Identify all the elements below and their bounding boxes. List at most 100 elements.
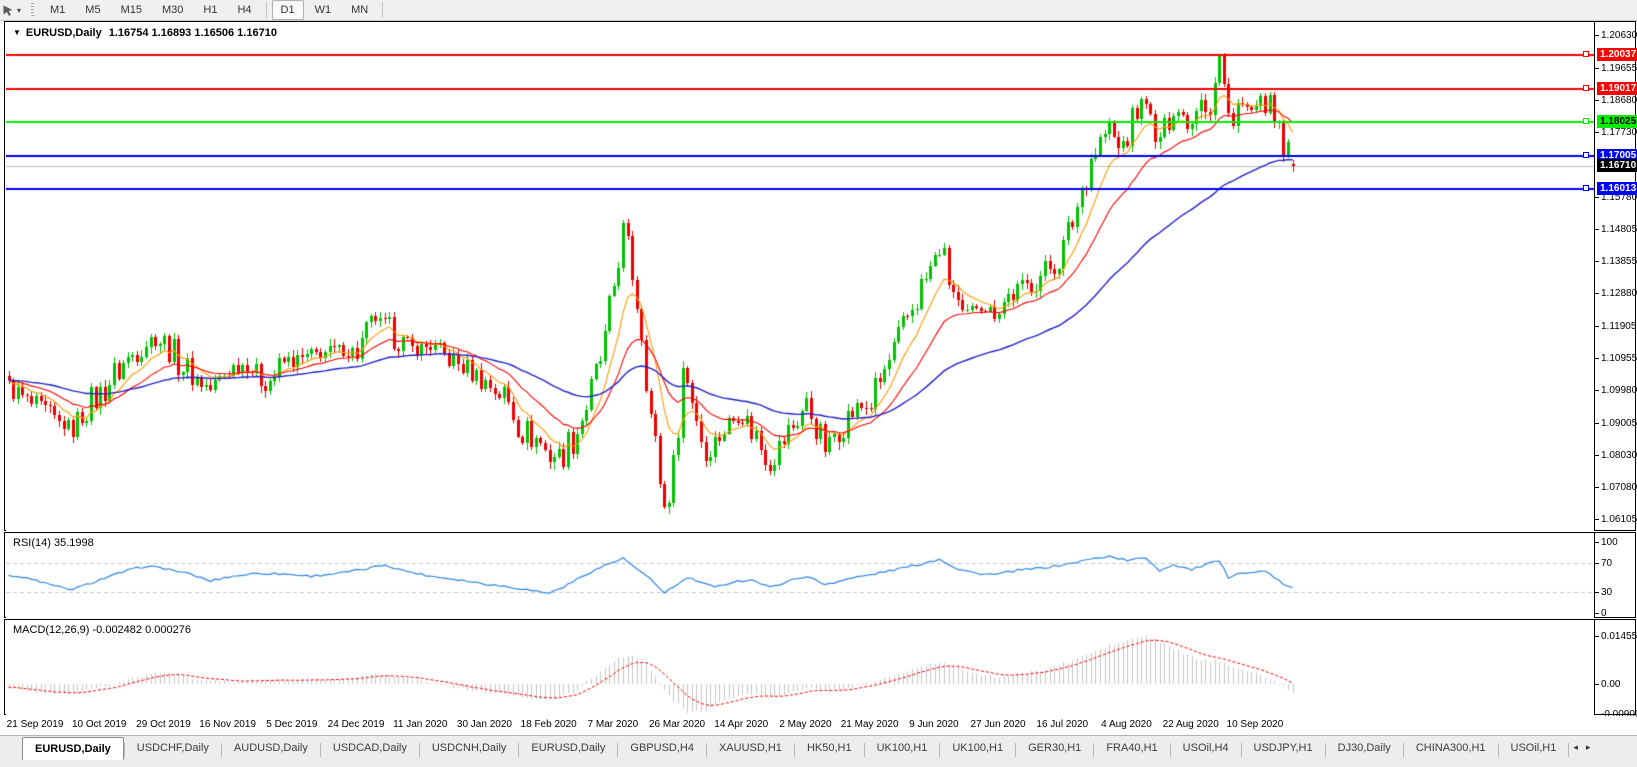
price-axis-label: 1.08030 — [1601, 450, 1637, 461]
chart-tab-china300-h1[interactable]: CHINA300,H1 — [1404, 738, 1498, 759]
timeframe-button-m15[interactable]: M15 — [112, 0, 151, 20]
price-axis-label: 1.18680 — [1601, 95, 1637, 106]
chart-ohlc-values: 1.16754 1.16893 1.16506 1.16710 — [108, 27, 277, 39]
macd-label: MACD(12,26,9) -0.002482 0.000276 — [13, 624, 191, 636]
price-axis-label: 1.20630 — [1601, 30, 1637, 41]
price-axis-label: 1.12880 — [1601, 288, 1637, 300]
price-axis-label: 1.07080 — [1601, 481, 1637, 493]
chart-tab-gbpusd-h4[interactable]: GBPUSD,H4 — [618, 738, 706, 759]
chart-tab-usoil-h4[interactable]: USOil,H4 — [1171, 738, 1241, 759]
hline-price-badge: 1.16013 — [1597, 181, 1637, 195]
price-axis-tick-mark — [1595, 229, 1599, 231]
tab-scroll-right-button[interactable]: ▸ — [1582, 736, 1595, 753]
macd-canvas[interactable] — [6, 621, 1594, 715]
chart-tab-usdcad-daily[interactable]: USDCAD,Daily — [321, 738, 419, 759]
chart-symbol-label: EURUSD,Daily — [25, 27, 102, 39]
timeframe-button-group: M1 M5 M15 M30 H1 H4 D1 W1 MN — [40, 0, 387, 20]
chart-tab-hk50-h1[interactable]: HK50,H1 — [795, 738, 864, 759]
hline-handle[interactable] — [1583, 50, 1589, 57]
chart-tab-ger30-h1[interactable]: GER30,H1 — [1016, 738, 1093, 759]
toolbar-separator — [265, 2, 267, 18]
timeframe-toolbar: ▾ M1 M5 M15 M30 H1 H4 D1 W1 MN — [0, 0, 1637, 21]
rsi-axis-separator — [1594, 533, 1595, 617]
macd-indicator-panel: MACD(12,26,9) -0.002482 0.000276 0.01455… — [4, 619, 1637, 720]
price-axis-label: 1.06105 — [1601, 514, 1637, 526]
toolbar-grip-handle[interactable] — [31, 3, 35, 17]
chart-tab-eurusd-daily[interactable]: EURUSD,Daily — [22, 737, 124, 760]
hline-handle[interactable] — [1583, 84, 1589, 91]
price-axis-label: 1.13855 — [1601, 255, 1637, 267]
chart-tab-eurusd-daily[interactable]: EURUSD,Daily — [519, 738, 617, 759]
rsi-axis-tick-mark — [1595, 613, 1599, 614]
price-axis-tick-mark — [1595, 486, 1599, 488]
hline-handle[interactable] — [1583, 117, 1589, 124]
rsi-axis-label: 70 — [1601, 558, 1613, 570]
toolbar-separator — [382, 2, 384, 18]
cursor-tool-icon — [3, 5, 13, 16]
chart-tab-uk100-h1[interactable]: UK100,H1 — [865, 738, 940, 759]
cursor-tool-button[interactable]: ▾ — [0, 0, 25, 20]
timeframe-button-d1[interactable]: D1 — [271, 0, 304, 20]
collapse-triangle-icon[interactable]: ▼ — [13, 28, 21, 37]
chart-tab-fra40-h1[interactable]: FRA40,H1 — [1094, 738, 1169, 759]
chart-tab-usdchf-daily[interactable]: USDCHF,Daily — [125, 738, 221, 759]
date-axis-label: 10 Sep 2020 — [1226, 719, 1284, 730]
rsi-indicator-panel: RSI(14) 35.1998 100 70 30 0 — [4, 532, 1636, 619]
macd-axis-tick-mark — [1595, 635, 1599, 637]
price-axis-tick-mark — [1595, 390, 1599, 391]
price-axis-tick-mark — [1595, 260, 1599, 262]
chart-tab-dj30-daily[interactable]: DJ30,Daily — [1326, 738, 1403, 759]
macd-values: -0.002482 0.000276 — [92, 624, 191, 636]
rsi-axis-label: 100 — [1601, 537, 1618, 548]
price-axis-tick-mark — [1595, 422, 1599, 424]
current-price-badge: 1.16710 — [1597, 158, 1637, 172]
timeframe-button-mn[interactable]: MN — [342, 0, 377, 20]
chart-tab-usdcnh-daily[interactable]: USDCNH,Daily — [420, 738, 519, 759]
hline-price-badge: 1.19017 — [1597, 81, 1637, 95]
price-axis-tick-mark — [1595, 196, 1599, 198]
rsi-axis-tick-mark — [1595, 542, 1599, 543]
dropdown-caret-icon[interactable]: ▾ — [17, 6, 21, 15]
chart-title: ▼ EURUSD,Daily 1.16754 1.16893 1.16506 1.1… — [13, 27, 277, 39]
chart-tab-bar: EURUSD,Daily USDCHF,Daily AUDUSD,Daily USDC… — [0, 735, 1637, 767]
hline-handle[interactable] — [1583, 184, 1589, 191]
price-axis-separator — [1594, 22, 1595, 530]
tab-scroll-left-button[interactable]: ◂ — [1569, 736, 1582, 753]
macd-axis-label: 0.014556 — [1601, 630, 1637, 642]
rsi-axis-tick-mark — [1595, 563, 1599, 565]
chart-tab-audusd-daily[interactable]: AUDUSD,Daily — [222, 738, 320, 759]
rsi-value: 35.1998 — [53, 537, 94, 549]
rsi-canvas[interactable] — [6, 534, 1594, 618]
timeframe-button-m30[interactable]: M30 — [153, 0, 192, 20]
macd-axis-label: 0.00 — [1601, 679, 1621, 690]
timeframe-button-h1[interactable]: H1 — [194, 0, 226, 20]
chart-tab-usoil-h1[interactable]: USOil,H1 — [1499, 738, 1569, 759]
price-axis-tick-mark — [1595, 325, 1599, 327]
price-axis-label: 1.11905 — [1601, 320, 1637, 332]
rsi-axis-label: 30 — [1601, 586, 1613, 598]
chart-tab-usdjpy-h1[interactable]: USDJPY,H1 — [1242, 738, 1325, 759]
price-axis-tick-mark — [1595, 357, 1599, 359]
timeframe-button-m5[interactable]: M5 — [76, 0, 109, 20]
timeframe-button-m1[interactable]: M1 — [41, 0, 74, 20]
price-axis-label: 1.19655 — [1601, 62, 1637, 74]
chart-tab-uk100-h1[interactable]: UK100,H1 — [940, 738, 1015, 759]
price-axis-label: 1.10955 — [1601, 352, 1637, 364]
timeframe-button-h4[interactable]: H4 — [228, 0, 260, 20]
price-axis-label: 1.09005 — [1601, 417, 1637, 429]
hline-price-badge: 1.20037 — [1597, 47, 1637, 61]
price-chart-canvas[interactable] — [6, 23, 1594, 531]
timeframe-button-w1[interactable]: W1 — [306, 0, 341, 20]
price-axis-tick-mark — [1595, 293, 1599, 295]
macd-axis-tick-mark — [1595, 684, 1599, 685]
hline-handle[interactable] — [1583, 151, 1589, 158]
price-axis-tick-mark — [1595, 131, 1599, 133]
macd-axis-separator — [1594, 620, 1595, 714]
price-axis-tick-mark — [1595, 100, 1599, 101]
rsi-label: RSI(14) 35.1998 — [13, 537, 94, 549]
rsi-name: RSI(14) — [13, 537, 51, 549]
date-axis: 21 Sep 2019 10 Oct 2019 29 Oct 2019 16 Nov … — [4, 716, 1636, 734]
chart-tab-xauusd-h1[interactable]: XAUUSD,H1 — [707, 738, 794, 759]
price-axis-label: 1.09980 — [1601, 385, 1637, 396]
macd-axis-tick-mark — [1595, 713, 1599, 715]
